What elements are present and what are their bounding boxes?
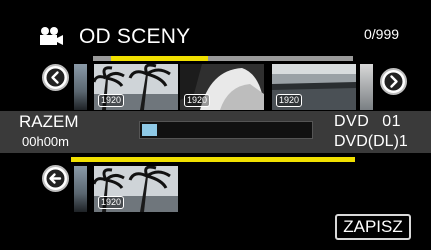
back-button[interactable] <box>42 165 69 192</box>
total-label: RAZEM <box>19 112 79 131</box>
selected-scene-thumbnail[interactable] <box>74 166 87 212</box>
resolution-badge: 1920 <box>98 94 125 107</box>
resolution-badge: 1920 <box>276 94 303 107</box>
arrow-left-icon <box>46 169 65 188</box>
resolution-badge: 1920 <box>184 94 211 107</box>
previous-scenes-button[interactable] <box>42 64 69 91</box>
save-button[interactable]: ZAPISZ <box>335 214 411 240</box>
scene-thumbnail[interactable] <box>360 64 373 110</box>
disc-number: DVD 01 <box>334 113 402 130</box>
selected-scenes-bar <box>71 157 355 162</box>
chevron-left-icon <box>46 68 65 87</box>
disc-capacity-bar <box>139 121 313 139</box>
total-time: 00h00m <box>22 134 69 149</box>
scene-position-bar <box>93 56 353 61</box>
scene-counter: 0/999 <box>364 26 400 42</box>
scene-position-fill <box>111 56 208 61</box>
scene-thumbnail[interactable]: 1920 <box>180 64 264 110</box>
scene-thumbnail[interactable]: 1920 <box>94 64 178 110</box>
resolution-badge: 1920 <box>98 196 125 209</box>
chevron-right-icon <box>384 72 403 91</box>
movie-camera-icon <box>40 27 63 45</box>
scene-thumbnail[interactable]: 1920 <box>272 64 356 110</box>
selected-scene-thumbnail[interactable]: 1920 <box>94 166 178 212</box>
next-scenes-button[interactable] <box>380 68 407 95</box>
scene-thumbnail[interactable] <box>74 64 87 110</box>
dvd-scene-selection-screen: OD SCENY 0/999 1920 1920 1920 RAZEM 00h0… <box>0 0 431 250</box>
disc-type: DVD(DL)1 <box>334 133 408 150</box>
screen-title: OD SCENY <box>79 25 191 48</box>
disc-capacity-fill <box>142 124 157 136</box>
